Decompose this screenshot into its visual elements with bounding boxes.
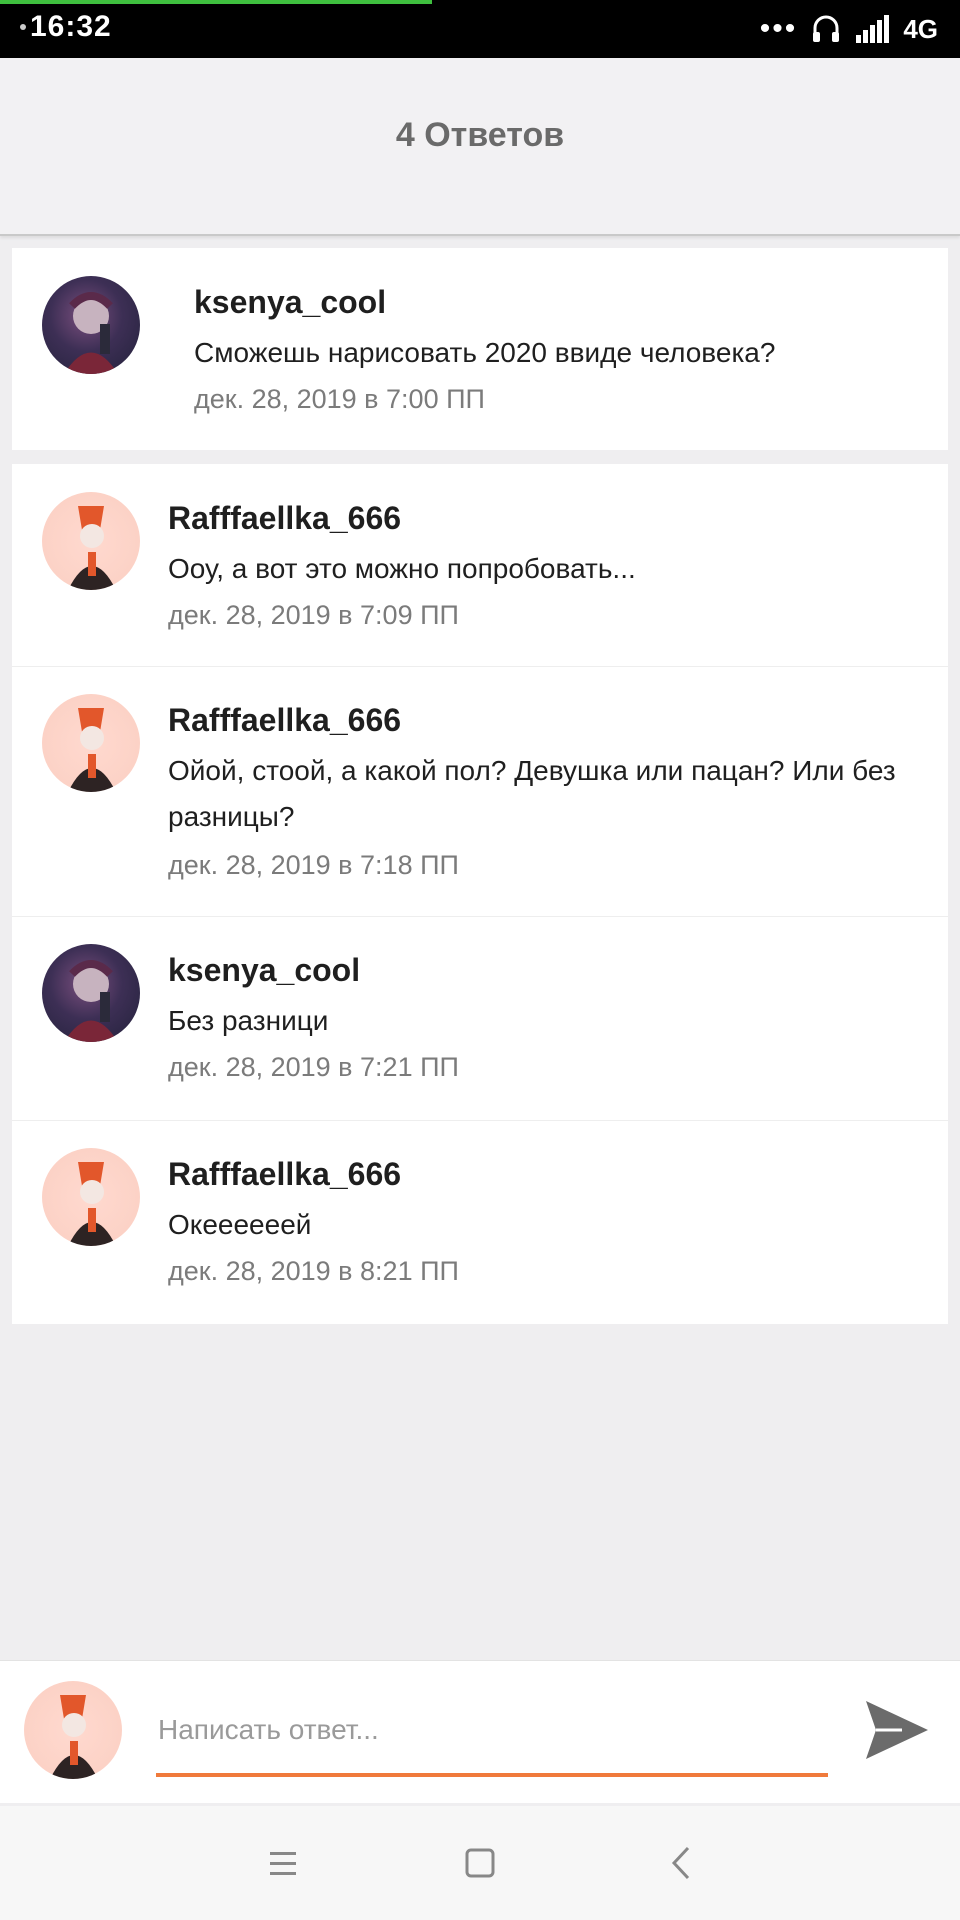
original-comment: ksenya_cool Сможешь нарисовать 2020 ввид…	[12, 248, 948, 450]
avatar[interactable]	[42, 276, 140, 374]
page-title: 4 Ответов	[395, 116, 565, 154]
avatar[interactable]	[42, 944, 140, 1042]
send-icon[interactable]	[862, 1695, 932, 1765]
notification-dot	[20, 24, 26, 30]
list-item: Rafffaellka_666 Ооу, а вот это можно поп…	[12, 464, 948, 667]
page-progress-bar	[0, 0, 432, 4]
list-item: Rafffaellka_666 Ойой, стоой, а какой пол…	[12, 666, 948, 917]
reply-composer	[0, 1660, 960, 1803]
reply-date: дек. 28, 2019 в 7:18 ПП	[168, 850, 459, 880]
network-4g-icon: 4G	[903, 13, 938, 44]
replies-list: Rafffaellka_666 Ооу, а вот это можно поп…	[12, 464, 948, 1324]
reply-author[interactable]: Rafffaellka_666	[168, 1156, 401, 1193]
reply-input-underline	[156, 1773, 828, 1777]
reply-text: Без разници	[168, 1005, 329, 1036]
reply-date: дек. 28, 2019 в 7:09 ПП	[168, 600, 459, 630]
reply-date: дек. 28, 2019 в 8:21 ПП	[168, 1256, 459, 1286]
status-icons: ••• 4G	[760, 10, 938, 48]
reply-text: Океееееей	[168, 1209, 312, 1240]
back-icon[interactable]	[658, 1838, 708, 1888]
status-bar: 16:32 ••• 4G	[0, 0, 960, 58]
comment-text: Сможешь нарисовать 2020 ввиде человека?	[194, 337, 776, 368]
headphones-icon	[813, 15, 840, 42]
list-item: Rafffaellka_666 Океееееей дек. 28, 2019 …	[12, 1120, 948, 1324]
avatar[interactable]	[42, 492, 140, 590]
reply-input[interactable]	[156, 1713, 832, 1747]
reply-author[interactable]: ksenya_cool	[168, 952, 360, 989]
avatar[interactable]	[42, 1148, 140, 1246]
comment-date: дек. 28, 2019 в 7:00 ПП	[194, 384, 485, 414]
reply-author[interactable]: Rafffaellka_666	[168, 702, 401, 739]
comment-author[interactable]: ksenya_cool	[194, 284, 386, 321]
current-user-avatar[interactable]	[24, 1681, 122, 1779]
menu-icon[interactable]	[258, 1838, 308, 1888]
reply-author[interactable]: Rafffaellka_666	[168, 500, 401, 537]
replies-header: 4 Ответов	[0, 58, 960, 236]
reply-date: дек. 28, 2019 в 7:21 ПП	[168, 1052, 459, 1082]
list-item: ksenya_cool Без разници дек. 28, 2019 в …	[12, 916, 948, 1121]
more-dots-icon: •••	[759, 12, 798, 45]
system-nav-bar	[0, 1806, 960, 1920]
home-icon[interactable]	[455, 1838, 505, 1888]
reply-text: Ойой, стоой, а какой пол? Девушка или па…	[168, 755, 896, 832]
signal-icon	[856, 15, 890, 43]
avatar[interactable]	[42, 694, 140, 792]
reply-text: Ооу, а вот это можно попробовать...	[168, 553, 636, 584]
status-time: 16:32	[30, 10, 112, 43]
